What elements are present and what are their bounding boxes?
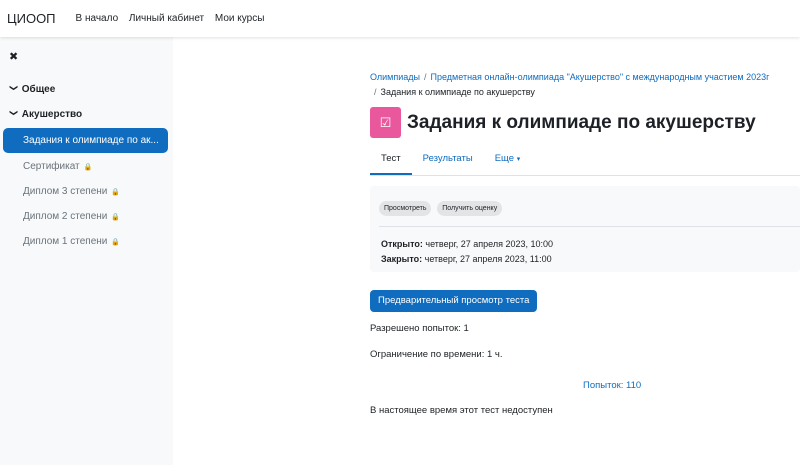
sidebar-item-diploma-3[interactable]: Диплом 3 степени 🔒 (3, 179, 168, 204)
tab-more[interactable]: Еще ▾ (484, 152, 532, 175)
attempts-allowed: Разрешено попыток: 1 (370, 323, 469, 334)
view-pill[interactable]: Просмотреть (379, 201, 432, 216)
page-header: ☑ Задания к олимпиаде по акушерству (370, 107, 756, 138)
tab-quiz[interactable]: Тест (370, 152, 412, 175)
nav-my-courses[interactable]: Мои курсы (215, 13, 265, 24)
nav-dashboard[interactable]: Личный кабинет (129, 13, 204, 24)
sidebar-item-diploma-1[interactable]: Диплом 1 степени 🔒 (3, 229, 168, 254)
activity-dates: Открыто: четверг, 27 апреля 2023, 10:00 … (381, 239, 554, 264)
lock-icon: 🔒 (83, 163, 93, 171)
time-limit: Ограничение по времени: 1 ч. (370, 349, 503, 360)
secondary-nav: Тест Результаты Еще ▾ (370, 152, 800, 176)
breadcrumb-olympiads[interactable]: Олимпиады (370, 72, 420, 82)
tab-results[interactable]: Результаты (412, 152, 484, 175)
section-obstetrics[interactable]: ❯ Акушерство (9, 109, 83, 120)
sidebar-item-certificate[interactable]: Сертификат 🔒 (3, 154, 168, 179)
lock-icon: 🔒 (111, 213, 121, 221)
receive-grade-pill[interactable]: Получить оценку (437, 201, 503, 216)
preview-quiz-button[interactable]: Предварительный просмотр теста (370, 290, 538, 312)
breadcrumb-current: Задания к олимпиаде по акушерству (380, 87, 535, 97)
lock-icon: 🔒 (111, 238, 121, 246)
quiz-unavailable-notice: В настоящее время этот тест недоступен (370, 405, 553, 416)
close-icon[interactable]: ✖ (9, 50, 18, 63)
chevron-down-icon: ❯ (9, 109, 19, 117)
breadcrumb-course[interactable]: Предметная онлайн-олимпиада "Акушерство"… (431, 72, 770, 82)
sidebar-item-diploma-2[interactable]: Диплом 2 степени 🔒 (3, 204, 168, 229)
sidebar-item-quiz[interactable]: Задания к олимпиаде по ак... (3, 128, 168, 153)
chevron-down-icon: ▾ (516, 156, 521, 163)
section-general[interactable]: ❯ Общее (9, 84, 56, 95)
nav-home[interactable]: В начало (76, 13, 119, 24)
activity-info: Просмотреть Получить оценку Открыто: чет… (370, 186, 800, 272)
breadcrumb: Олимпиады / Предметная онлайн-олимпиада "А… (370, 72, 770, 97)
course-index-drawer: ✖ ❯ Общее ❯ Акушерство Задания к олимпиа… (0, 37, 173, 465)
site-brand[interactable]: ЦИООП (7, 11, 56, 26)
top-navbar: ЦИООП В начало Личный кабинет Мои курсы (0, 0, 800, 37)
divider (379, 226, 800, 227)
quiz-icon: ☑ (370, 107, 401, 138)
chevron-down-icon: ❯ (9, 84, 19, 92)
main-content: Олимпиады / Предметная онлайн-олимпиада "А… (370, 70, 800, 416)
page-title: Задания к олимпиаде по акушерству (407, 111, 756, 133)
attempts-link[interactable]: Попыток: 110 (583, 380, 641, 391)
lock-icon: 🔒 (111, 188, 121, 196)
